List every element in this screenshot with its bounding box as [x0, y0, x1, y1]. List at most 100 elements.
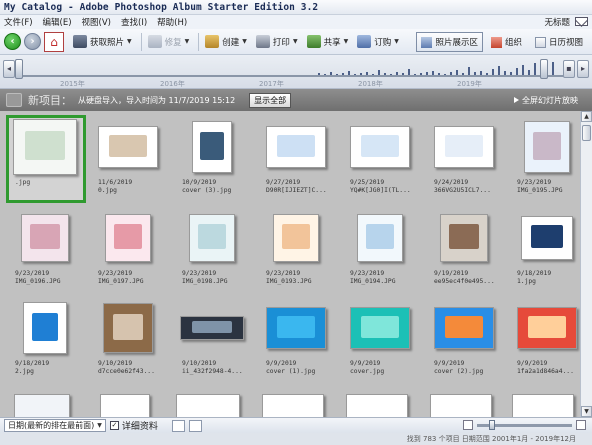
- photo-thumbnail-cell[interactable]: 9/27/2019 D90R[IJIEZT]C...: [257, 115, 337, 203]
- scroll-up-arrow[interactable]: ▲: [581, 111, 592, 122]
- photo-caption: 9/9/2019 cover (1).jpg: [266, 360, 338, 376]
- photo-thumbnail-cell[interactable]: 9/25/2019 YQ#K[JG0]I(TL...: [341, 115, 421, 203]
- photo-filename: 1.jpg: [517, 278, 536, 285]
- photo-image[interactable]: [14, 394, 70, 417]
- details-checkbox[interactable]: ✓: [109, 421, 119, 430]
- timeline-density-bar: [396, 72, 398, 75]
- get-photos-button[interactable]: 获取照片 ▼: [70, 32, 135, 52]
- timeline-year: 2019年: [457, 80, 482, 88]
- menu-find[interactable]: 查找(I): [121, 16, 147, 28]
- photo-caption: 9/18/2019 1.jpg: [517, 270, 580, 286]
- timeline-marker-button[interactable]: ▪: [563, 60, 575, 78]
- timeline-track[interactable]: [18, 61, 574, 77]
- menu-edit[interactable]: 编辑(E): [43, 16, 72, 28]
- timeline-density-bar: [522, 65, 524, 75]
- forward-button[interactable]: ›: [24, 33, 41, 50]
- sort-dropdown[interactable]: 日期(最新的排在最前面) ▼: [4, 419, 106, 432]
- timeline-density-bar: [372, 74, 374, 75]
- photo-caption: 9/9/2019 cover (2).jpg: [434, 360, 506, 376]
- zoom-slider[interactable]: [477, 419, 572, 430]
- tab-photo-well[interactable]: 照片展示区: [416, 32, 483, 52]
- mail-icon[interactable]: [575, 17, 588, 26]
- timeline-start-handle[interactable]: [15, 59, 23, 79]
- menu-file[interactable]: 文件(F): [4, 16, 33, 28]
- zoom-knob[interactable]: [489, 419, 495, 430]
- home-button[interactable]: ⌂: [44, 31, 64, 52]
- zoom-small-icon[interactable]: [463, 420, 473, 430]
- photo-thumbnail-cell[interactable]: 9/23/2019 IMG_0193.JPG: [257, 206, 337, 294]
- photo-image[interactable]: [512, 394, 574, 417]
- get-photos-label: 获取照片: [90, 37, 125, 48]
- photo-image[interactable]: [430, 394, 492, 417]
- timeline-density-bar: [354, 74, 356, 75]
- options-bar: 日期(最新的排在最前面) ▼ ✓ 详细资料: [0, 417, 592, 433]
- photo-thumbnail-cell[interactable]: .jpg: [6, 115, 86, 203]
- timeline-density-bar: [456, 70, 458, 75]
- zoom-large-icon[interactable]: [576, 420, 586, 430]
- timeline-right-arrow[interactable]: ▸: [577, 60, 589, 78]
- photo-thumbnail-cell[interactable]: 9/9/2019 cover (1).jpg: [257, 296, 337, 384]
- timeline-density-bar: [342, 73, 344, 75]
- photo-thumbnail-cell[interactable]: 9/10/2019 ii_432f2948-4...: [173, 296, 253, 384]
- photo-image[interactable]: [346, 394, 408, 417]
- tab-calendar[interactable]: 日历视图: [530, 32, 588, 52]
- timeline-end-handle[interactable]: [540, 59, 548, 79]
- main-toolbar: ‹ › ⌂ 获取照片 ▼ 修复 ▼ 创建 ▼ 打印 ▼ 共享 ▼ 订购 ▼ 照片展示区 组织: [0, 29, 592, 55]
- create-button[interactable]: 创建 ▼: [202, 32, 250, 52]
- timeline-density-bar: [474, 72, 476, 75]
- photo-thumbnail-cell[interactable]: 9/18/2019 2.jpg: [6, 296, 86, 384]
- photo-image[interactable]: [176, 394, 240, 417]
- organize-icon: [490, 36, 502, 48]
- share-button[interactable]: 共享 ▼: [304, 32, 352, 52]
- photo-date: 9/18/2019: [517, 270, 552, 277]
- photo-image: [180, 316, 244, 340]
- photo-thumbnail-cell[interactable]: 9/23/2019 IMG_0196.JPG: [6, 206, 86, 294]
- order-button[interactable]: 订购 ▼: [354, 32, 402, 52]
- menu-view[interactable]: 视图(V): [82, 16, 111, 28]
- back-button[interactable]: ‹: [4, 33, 21, 50]
- scroll-down-arrow[interactable]: ▼: [581, 406, 592, 417]
- photo-image[interactable]: [100, 394, 150, 417]
- vertical-scrollbar[interactable]: ▲ ▼: [580, 111, 592, 417]
- print-button[interactable]: 打印 ▼: [253, 32, 301, 52]
- photo-image: [273, 214, 319, 262]
- photo-thumbnail-cell[interactable]: 9/9/2019 cover (2).jpg: [425, 296, 505, 384]
- new-item-label: 新项目：: [28, 94, 72, 107]
- photo-thumbnail-cell[interactable]: 9/9/2019 cover.jpg: [341, 296, 421, 384]
- photo-image: [440, 214, 488, 262]
- timeline-density-bar: [486, 73, 488, 75]
- scroll-thumb[interactable]: [582, 125, 591, 141]
- photo-thumbnail-cell[interactable]: 10/9/2019 cover (3).jpg: [173, 115, 253, 203]
- photo-thumbnail-cell[interactable]: 9/23/2019 IMG_0194.JPG: [341, 206, 421, 294]
- photo-thumbnail-cell[interactable]: 9/9/2019 1fa2a1d846a4...: [508, 296, 580, 384]
- timeline-density-bar: [348, 71, 350, 75]
- slideshow-button[interactable]: 全屏幻灯片放映: [514, 95, 578, 106]
- show-all-button[interactable]: 显示全部: [249, 92, 292, 108]
- timeline-left-arrow[interactable]: ◂: [3, 60, 15, 78]
- photo-date: 9/10/2019: [182, 360, 217, 367]
- photo-thumbnail-cell[interactable]: 9/23/2019 IMG_0195.JPG: [508, 115, 580, 203]
- rotate-right-button[interactable]: [188, 419, 202, 432]
- photo-image[interactable]: [262, 394, 324, 417]
- timeline[interactable]: ◂ ▪ ▸ 2015年 2016年 2017年 2018年 2019年: [0, 55, 592, 89]
- printer-icon: [255, 35, 270, 48]
- timeline-density-bar: [552, 62, 554, 75]
- photo-thumbnail-cell[interactable]: 9/23/2019 IMG_0198.JPG: [173, 206, 253, 294]
- photo-image: [350, 126, 410, 168]
- photo-thumbnail-cell[interactable]: 9/24/2019 366VG2U5ICL7...: [425, 115, 505, 203]
- view-switcher: 照片展示区 组织 日历视图: [413, 32, 588, 52]
- timeline-density-bar: [450, 72, 452, 75]
- photo-thumbnail-cell[interactable]: 9/19/2019 ee95ec4f0e495...: [425, 206, 505, 294]
- photo-thumbnail-cell[interactable]: 11/6/2019 0.jpg: [89, 115, 169, 203]
- rotate-left-button[interactable]: [171, 419, 185, 432]
- photo-thumbnail-cell[interactable]: 9/23/2019 IMG_0197.JPG: [89, 206, 169, 294]
- photo-image: [266, 307, 326, 349]
- photo-thumbnail-cell[interactable]: 9/10/2019 d7cce0e62f43...: [89, 296, 169, 384]
- photo-caption: 9/23/2019 IMG_0194.JPG: [350, 270, 422, 286]
- photo-thumbnail-cell[interactable]: 9/18/2019 1.jpg: [508, 206, 580, 294]
- fix-button[interactable]: 修复 ▼: [145, 32, 193, 52]
- tab-organize[interactable]: 组织: [486, 32, 527, 52]
- photo-filename: D90R[IJIEZT]C...: [266, 187, 327, 194]
- menu-help[interactable]: 帮助(H): [157, 16, 187, 28]
- import-icon: [6, 93, 22, 107]
